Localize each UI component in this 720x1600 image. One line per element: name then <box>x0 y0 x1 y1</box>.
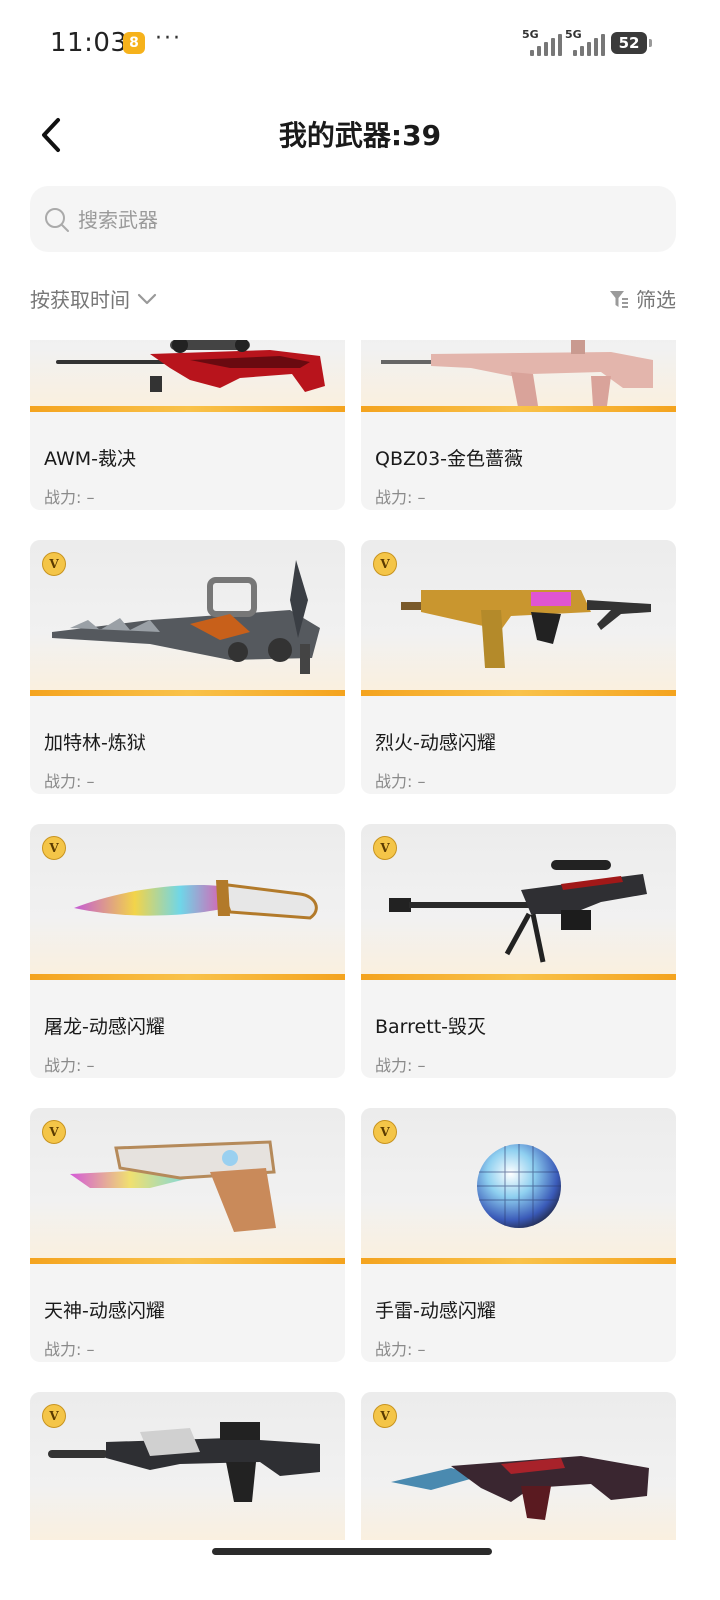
sort-label: 按获取时间 <box>30 288 130 312</box>
signal-icon-2: 5G <box>565 28 605 56</box>
search-bar[interactable] <box>30 186 676 252</box>
card-accent-stripe <box>30 690 345 696</box>
assault-rifle-icon <box>381 340 653 412</box>
more-notifications-icon: ··· <box>155 26 182 51</box>
dragon-rifle-icon <box>391 1456 649 1520</box>
smg-icon <box>401 590 651 668</box>
search-icon <box>45 208 69 232</box>
card-accent-stripe <box>361 974 676 980</box>
weapon-art: V <box>361 824 676 980</box>
chevron-down-icon <box>137 293 157 304</box>
weapon-power: 战力: – <box>375 488 426 507</box>
weapon-list[interactable]: AWM-裁决 战力: – QBZ03-金色蔷薇 战力: – V 加特林-炼狱 战… <box>0 340 720 1540</box>
weapon-art: V <box>30 1108 345 1264</box>
page-title: 我的武器:39 <box>278 119 442 152</box>
weapon-art <box>361 340 676 412</box>
battery-icon: 52 <box>611 32 652 54</box>
weapon-name: QBZ03-金色蔷薇 <box>375 448 524 470</box>
knife-icon <box>74 880 318 920</box>
card-accent-stripe <box>361 406 676 412</box>
disco-grenade-icon <box>477 1144 561 1228</box>
weapon-name: Barrett-毁灭 <box>375 1016 486 1038</box>
weapon-art: V <box>30 540 345 696</box>
weapon-card[interactable]: V 屠龙-动感闪耀 战力: – <box>30 824 345 1078</box>
weapon-card[interactable]: V 手雷-动感闪耀 战力: – <box>361 1108 676 1362</box>
weapon-art: V <box>361 1108 676 1264</box>
weapon-power: 战力: – <box>375 1340 426 1359</box>
card-accent-stripe <box>30 974 345 980</box>
card-accent-stripe <box>30 406 345 412</box>
status-bar: 11:03 8 ··· 5G 5G 52 <box>0 0 720 86</box>
weapon-power: 战力: – <box>375 1056 426 1075</box>
weapon-name: 天神-动感闪耀 <box>44 1300 165 1322</box>
filter-label: 筛选 <box>636 288 676 312</box>
heavy-sniper-icon <box>389 860 647 963</box>
app-notification-icon: 8 <box>123 32 145 54</box>
weapon-power: 战力: – <box>44 1056 95 1075</box>
card-accent-stripe <box>361 690 676 696</box>
weapon-card[interactable]: V 天神-动感闪耀 战力: – <box>30 1108 345 1362</box>
weapon-power: 战力: – <box>375 772 426 791</box>
weapon-card[interactable]: V Barrett-毁灭 战力: – <box>361 824 676 1078</box>
card-accent-stripe <box>361 1258 676 1264</box>
gatling-gun-icon <box>52 560 320 674</box>
weapon-card[interactable]: V <box>30 1392 345 1540</box>
weapon-card[interactable]: AWM-裁决 战力: – <box>30 340 345 510</box>
weapon-card[interactable]: QBZ03-金色蔷薇 战力: – <box>361 340 676 510</box>
weapon-name: 屠龙-动感闪耀 <box>44 1016 165 1038</box>
filter-button[interactable]: 筛选 <box>608 284 676 313</box>
signal-icon-1: 5G <box>522 28 562 56</box>
weapon-name: 烈火-动感闪耀 <box>375 732 496 754</box>
weapon-name: 加特林-炼狱 <box>44 732 146 754</box>
weapon-art: V <box>30 1392 345 1540</box>
weapon-art: V <box>361 1392 676 1540</box>
weapon-power: 战力: – <box>44 772 95 791</box>
home-indicator[interactable] <box>212 1548 492 1555</box>
weapon-card[interactable]: V <box>361 1392 676 1540</box>
sniper-rifle-icon <box>56 340 325 392</box>
weapon-card[interactable]: V 烈火-动感闪耀 战力: – <box>361 540 676 794</box>
weapon-card[interactable]: V 加特林-炼狱 战力: – <box>30 540 345 794</box>
weapon-name: AWM-裁决 <box>44 448 136 470</box>
weapon-art: V <box>361 540 676 696</box>
weapon-name: 手雷-动感闪耀 <box>375 1300 496 1322</box>
search-input[interactable] <box>76 198 660 242</box>
filter-icon <box>610 290 628 308</box>
status-time: 11:03 <box>50 28 128 58</box>
pistol-icon <box>70 1140 276 1232</box>
weapon-power: 战力: – <box>44 488 95 507</box>
weapon-art <box>30 340 345 412</box>
m4-rifle-icon <box>48 1422 320 1502</box>
sort-dropdown[interactable]: 按获取时间 <box>30 284 158 313</box>
weapon-art: V <box>30 824 345 980</box>
weapon-power: 战力: – <box>44 1340 95 1359</box>
card-accent-stripe <box>30 1258 345 1264</box>
